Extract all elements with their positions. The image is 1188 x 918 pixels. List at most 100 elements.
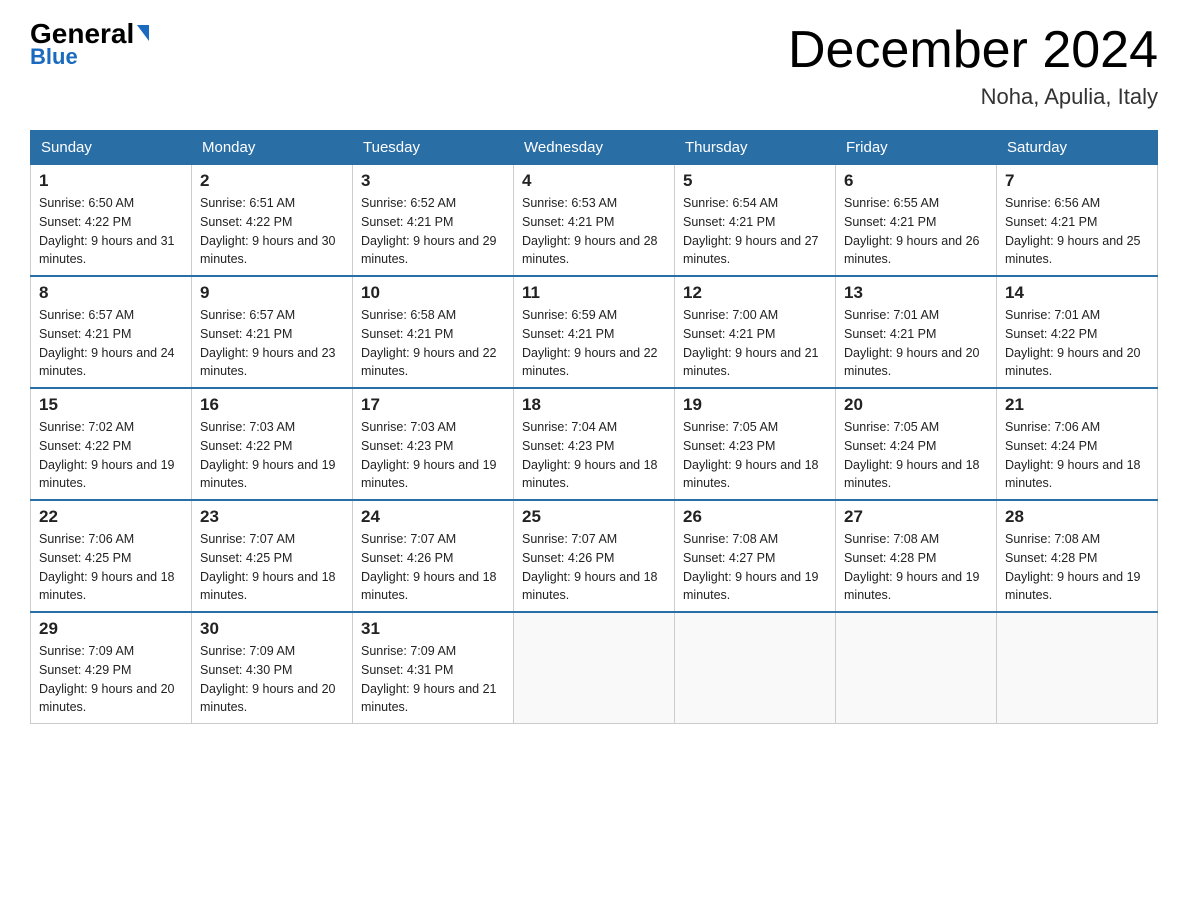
day-info: Sunrise: 7:05 AM Sunset: 4:23 PM Dayligh… — [683, 418, 827, 493]
calendar-week-row: 15 Sunrise: 7:02 AM Sunset: 4:22 PM Dayl… — [31, 388, 1158, 500]
table-row: 17 Sunrise: 7:03 AM Sunset: 4:23 PM Dayl… — [353, 388, 514, 500]
table-row: 6 Sunrise: 6:55 AM Sunset: 4:21 PM Dayli… — [836, 165, 997, 277]
day-info: Sunrise: 6:53 AM Sunset: 4:21 PM Dayligh… — [522, 194, 666, 269]
day-info: Sunrise: 7:06 AM Sunset: 4:25 PM Dayligh… — [39, 530, 183, 605]
table-row: 25 Sunrise: 7:07 AM Sunset: 4:26 PM Dayl… — [514, 500, 675, 612]
table-row: 20 Sunrise: 7:05 AM Sunset: 4:24 PM Dayl… — [836, 388, 997, 500]
table-row: 4 Sunrise: 6:53 AM Sunset: 4:21 PM Dayli… — [514, 165, 675, 277]
col-sunday: Sunday — [31, 131, 192, 165]
day-info: Sunrise: 7:07 AM Sunset: 4:25 PM Dayligh… — [200, 530, 344, 605]
calendar-week-row: 22 Sunrise: 7:06 AM Sunset: 4:25 PM Dayl… — [31, 500, 1158, 612]
table-row: 11 Sunrise: 6:59 AM Sunset: 4:21 PM Dayl… — [514, 276, 675, 388]
table-row — [675, 612, 836, 724]
day-info: Sunrise: 6:50 AM Sunset: 4:22 PM Dayligh… — [39, 194, 183, 269]
calendar-title: December 2024 — [788, 20, 1158, 80]
day-number: 20 — [844, 395, 988, 415]
logo-triangle-icon — [137, 25, 149, 41]
day-info: Sunrise: 6:56 AM Sunset: 4:21 PM Dayligh… — [1005, 194, 1149, 269]
day-number: 21 — [1005, 395, 1149, 415]
day-number: 10 — [361, 283, 505, 303]
calendar-week-row: 1 Sunrise: 6:50 AM Sunset: 4:22 PM Dayli… — [31, 165, 1158, 277]
day-number: 27 — [844, 507, 988, 527]
day-info: Sunrise: 7:05 AM Sunset: 4:24 PM Dayligh… — [844, 418, 988, 493]
day-number: 3 — [361, 171, 505, 191]
day-number: 2 — [200, 171, 344, 191]
day-info: Sunrise: 7:08 AM Sunset: 4:27 PM Dayligh… — [683, 530, 827, 605]
day-number: 19 — [683, 395, 827, 415]
logo: General Blue — [30, 20, 149, 70]
day-info: Sunrise: 6:59 AM Sunset: 4:21 PM Dayligh… — [522, 306, 666, 381]
table-row: 16 Sunrise: 7:03 AM Sunset: 4:22 PM Dayl… — [192, 388, 353, 500]
table-row: 7 Sunrise: 6:56 AM Sunset: 4:21 PM Dayli… — [997, 165, 1158, 277]
day-number: 9 — [200, 283, 344, 303]
day-info: Sunrise: 7:09 AM Sunset: 4:31 PM Dayligh… — [361, 642, 505, 717]
day-info: Sunrise: 7:00 AM Sunset: 4:21 PM Dayligh… — [683, 306, 827, 381]
day-number: 13 — [844, 283, 988, 303]
day-info: Sunrise: 7:07 AM Sunset: 4:26 PM Dayligh… — [361, 530, 505, 605]
col-friday: Friday — [836, 131, 997, 165]
day-number: 14 — [1005, 283, 1149, 303]
title-area: December 2024 Noha, Apulia, Italy — [788, 20, 1158, 110]
day-number: 7 — [1005, 171, 1149, 191]
day-number: 23 — [200, 507, 344, 527]
day-number: 29 — [39, 619, 183, 639]
table-row: 29 Sunrise: 7:09 AM Sunset: 4:29 PM Dayl… — [31, 612, 192, 724]
day-number: 12 — [683, 283, 827, 303]
logo-blue: Blue — [30, 44, 78, 70]
day-number: 11 — [522, 283, 666, 303]
table-row: 31 Sunrise: 7:09 AM Sunset: 4:31 PM Dayl… — [353, 612, 514, 724]
table-row: 5 Sunrise: 6:54 AM Sunset: 4:21 PM Dayli… — [675, 165, 836, 277]
table-row — [836, 612, 997, 724]
day-number: 15 — [39, 395, 183, 415]
day-info: Sunrise: 7:03 AM Sunset: 4:23 PM Dayligh… — [361, 418, 505, 493]
day-number: 25 — [522, 507, 666, 527]
day-info: Sunrise: 7:09 AM Sunset: 4:29 PM Dayligh… — [39, 642, 183, 717]
day-info: Sunrise: 6:51 AM Sunset: 4:22 PM Dayligh… — [200, 194, 344, 269]
day-number: 1 — [39, 171, 183, 191]
table-row: 12 Sunrise: 7:00 AM Sunset: 4:21 PM Dayl… — [675, 276, 836, 388]
day-number: 28 — [1005, 507, 1149, 527]
day-number: 8 — [39, 283, 183, 303]
day-info: Sunrise: 7:01 AM Sunset: 4:21 PM Dayligh… — [844, 306, 988, 381]
day-info: Sunrise: 7:07 AM Sunset: 4:26 PM Dayligh… — [522, 530, 666, 605]
table-row: 24 Sunrise: 7:07 AM Sunset: 4:26 PM Dayl… — [353, 500, 514, 612]
calendar-subtitle: Noha, Apulia, Italy — [788, 84, 1158, 110]
day-number: 6 — [844, 171, 988, 191]
day-info: Sunrise: 6:58 AM Sunset: 4:21 PM Dayligh… — [361, 306, 505, 381]
day-info: Sunrise: 6:54 AM Sunset: 4:21 PM Dayligh… — [683, 194, 827, 269]
table-row: 8 Sunrise: 6:57 AM Sunset: 4:21 PM Dayli… — [31, 276, 192, 388]
day-number: 18 — [522, 395, 666, 415]
day-info: Sunrise: 7:09 AM Sunset: 4:30 PM Dayligh… — [200, 642, 344, 717]
day-info: Sunrise: 6:57 AM Sunset: 4:21 PM Dayligh… — [200, 306, 344, 381]
table-row: 27 Sunrise: 7:08 AM Sunset: 4:28 PM Dayl… — [836, 500, 997, 612]
day-info: Sunrise: 7:02 AM Sunset: 4:22 PM Dayligh… — [39, 418, 183, 493]
day-info: Sunrise: 7:01 AM Sunset: 4:22 PM Dayligh… — [1005, 306, 1149, 381]
table-row: 15 Sunrise: 7:02 AM Sunset: 4:22 PM Dayl… — [31, 388, 192, 500]
table-row: 26 Sunrise: 7:08 AM Sunset: 4:27 PM Dayl… — [675, 500, 836, 612]
table-row: 23 Sunrise: 7:07 AM Sunset: 4:25 PM Dayl… — [192, 500, 353, 612]
table-row — [997, 612, 1158, 724]
day-number: 16 — [200, 395, 344, 415]
table-row: 10 Sunrise: 6:58 AM Sunset: 4:21 PM Dayl… — [353, 276, 514, 388]
day-number: 4 — [522, 171, 666, 191]
calendar-table: Sunday Monday Tuesday Wednesday Thursday… — [30, 130, 1158, 724]
col-wednesday: Wednesday — [514, 131, 675, 165]
header-row: Sunday Monday Tuesday Wednesday Thursday… — [31, 131, 1158, 165]
table-row: 9 Sunrise: 6:57 AM Sunset: 4:21 PM Dayli… — [192, 276, 353, 388]
table-row: 28 Sunrise: 7:08 AM Sunset: 4:28 PM Dayl… — [997, 500, 1158, 612]
day-info: Sunrise: 6:55 AM Sunset: 4:21 PM Dayligh… — [844, 194, 988, 269]
day-info: Sunrise: 6:57 AM Sunset: 4:21 PM Dayligh… — [39, 306, 183, 381]
table-row: 1 Sunrise: 6:50 AM Sunset: 4:22 PM Dayli… — [31, 165, 192, 277]
table-row: 19 Sunrise: 7:05 AM Sunset: 4:23 PM Dayl… — [675, 388, 836, 500]
col-saturday: Saturday — [997, 131, 1158, 165]
table-row: 21 Sunrise: 7:06 AM Sunset: 4:24 PM Dayl… — [997, 388, 1158, 500]
day-info: Sunrise: 7:08 AM Sunset: 4:28 PM Dayligh… — [844, 530, 988, 605]
col-thursday: Thursday — [675, 131, 836, 165]
page-header: General Blue December 2024 Noha, Apulia,… — [30, 20, 1158, 110]
table-row: 14 Sunrise: 7:01 AM Sunset: 4:22 PM Dayl… — [997, 276, 1158, 388]
day-info: Sunrise: 6:52 AM Sunset: 4:21 PM Dayligh… — [361, 194, 505, 269]
day-info: Sunrise: 7:04 AM Sunset: 4:23 PM Dayligh… — [522, 418, 666, 493]
day-info: Sunrise: 7:03 AM Sunset: 4:22 PM Dayligh… — [200, 418, 344, 493]
calendar-week-row: 29 Sunrise: 7:09 AM Sunset: 4:29 PM Dayl… — [31, 612, 1158, 724]
day-number: 22 — [39, 507, 183, 527]
